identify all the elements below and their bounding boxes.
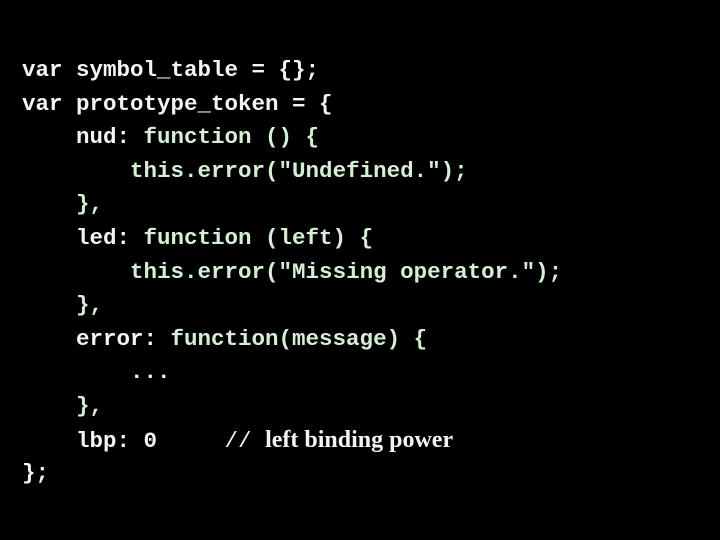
comment-slashes: //: [224, 427, 252, 454]
code-line: },: [22, 289, 562, 323]
code-token: },: [76, 392, 104, 419]
code-line: this.error("Undefined.");: [22, 155, 562, 189]
code-token: };: [22, 460, 50, 487]
code-block: var symbol_table = {}; var prototype_toke…: [22, 54, 562, 491]
code-line: },: [22, 188, 562, 222]
code-line: },: [22, 390, 562, 424]
code-token: nud:: [76, 124, 144, 151]
code-line: var symbol_table = {};: [22, 54, 562, 88]
code-token: error:: [76, 325, 171, 352]
code-line: };: [22, 457, 562, 491]
code-comment: left binding power: [265, 426, 454, 453]
code-line: lbp: 0 // left binding power: [22, 424, 562, 458]
code-line: var prototype_token = {: [22, 88, 562, 122]
code-token: },: [76, 191, 104, 218]
code-token: this.error("Undefined.");: [130, 157, 468, 184]
code-token: led:: [76, 224, 144, 251]
code-token: lbp: 0: [76, 427, 158, 454]
code-token: ...: [130, 359, 171, 386]
code-line: led: function (left) {: [22, 222, 562, 256]
code-line: ...: [22, 356, 562, 390]
code-token: },: [76, 292, 104, 319]
code-token: var symbol_table = {};: [22, 57, 320, 83]
code-line: nud: function () {: [22, 121, 562, 155]
code-token: this.error("Missing operator.");: [130, 258, 563, 285]
code-line: this.error("Missing operator.");: [22, 256, 562, 290]
code-token: function(message) {: [170, 325, 428, 352]
code-line: error: function(message) {: [22, 323, 562, 357]
code-token: function (left) {: [143, 224, 374, 251]
code-token: function () {: [143, 124, 320, 151]
code-token: var prototype_token = {: [22, 90, 333, 117]
